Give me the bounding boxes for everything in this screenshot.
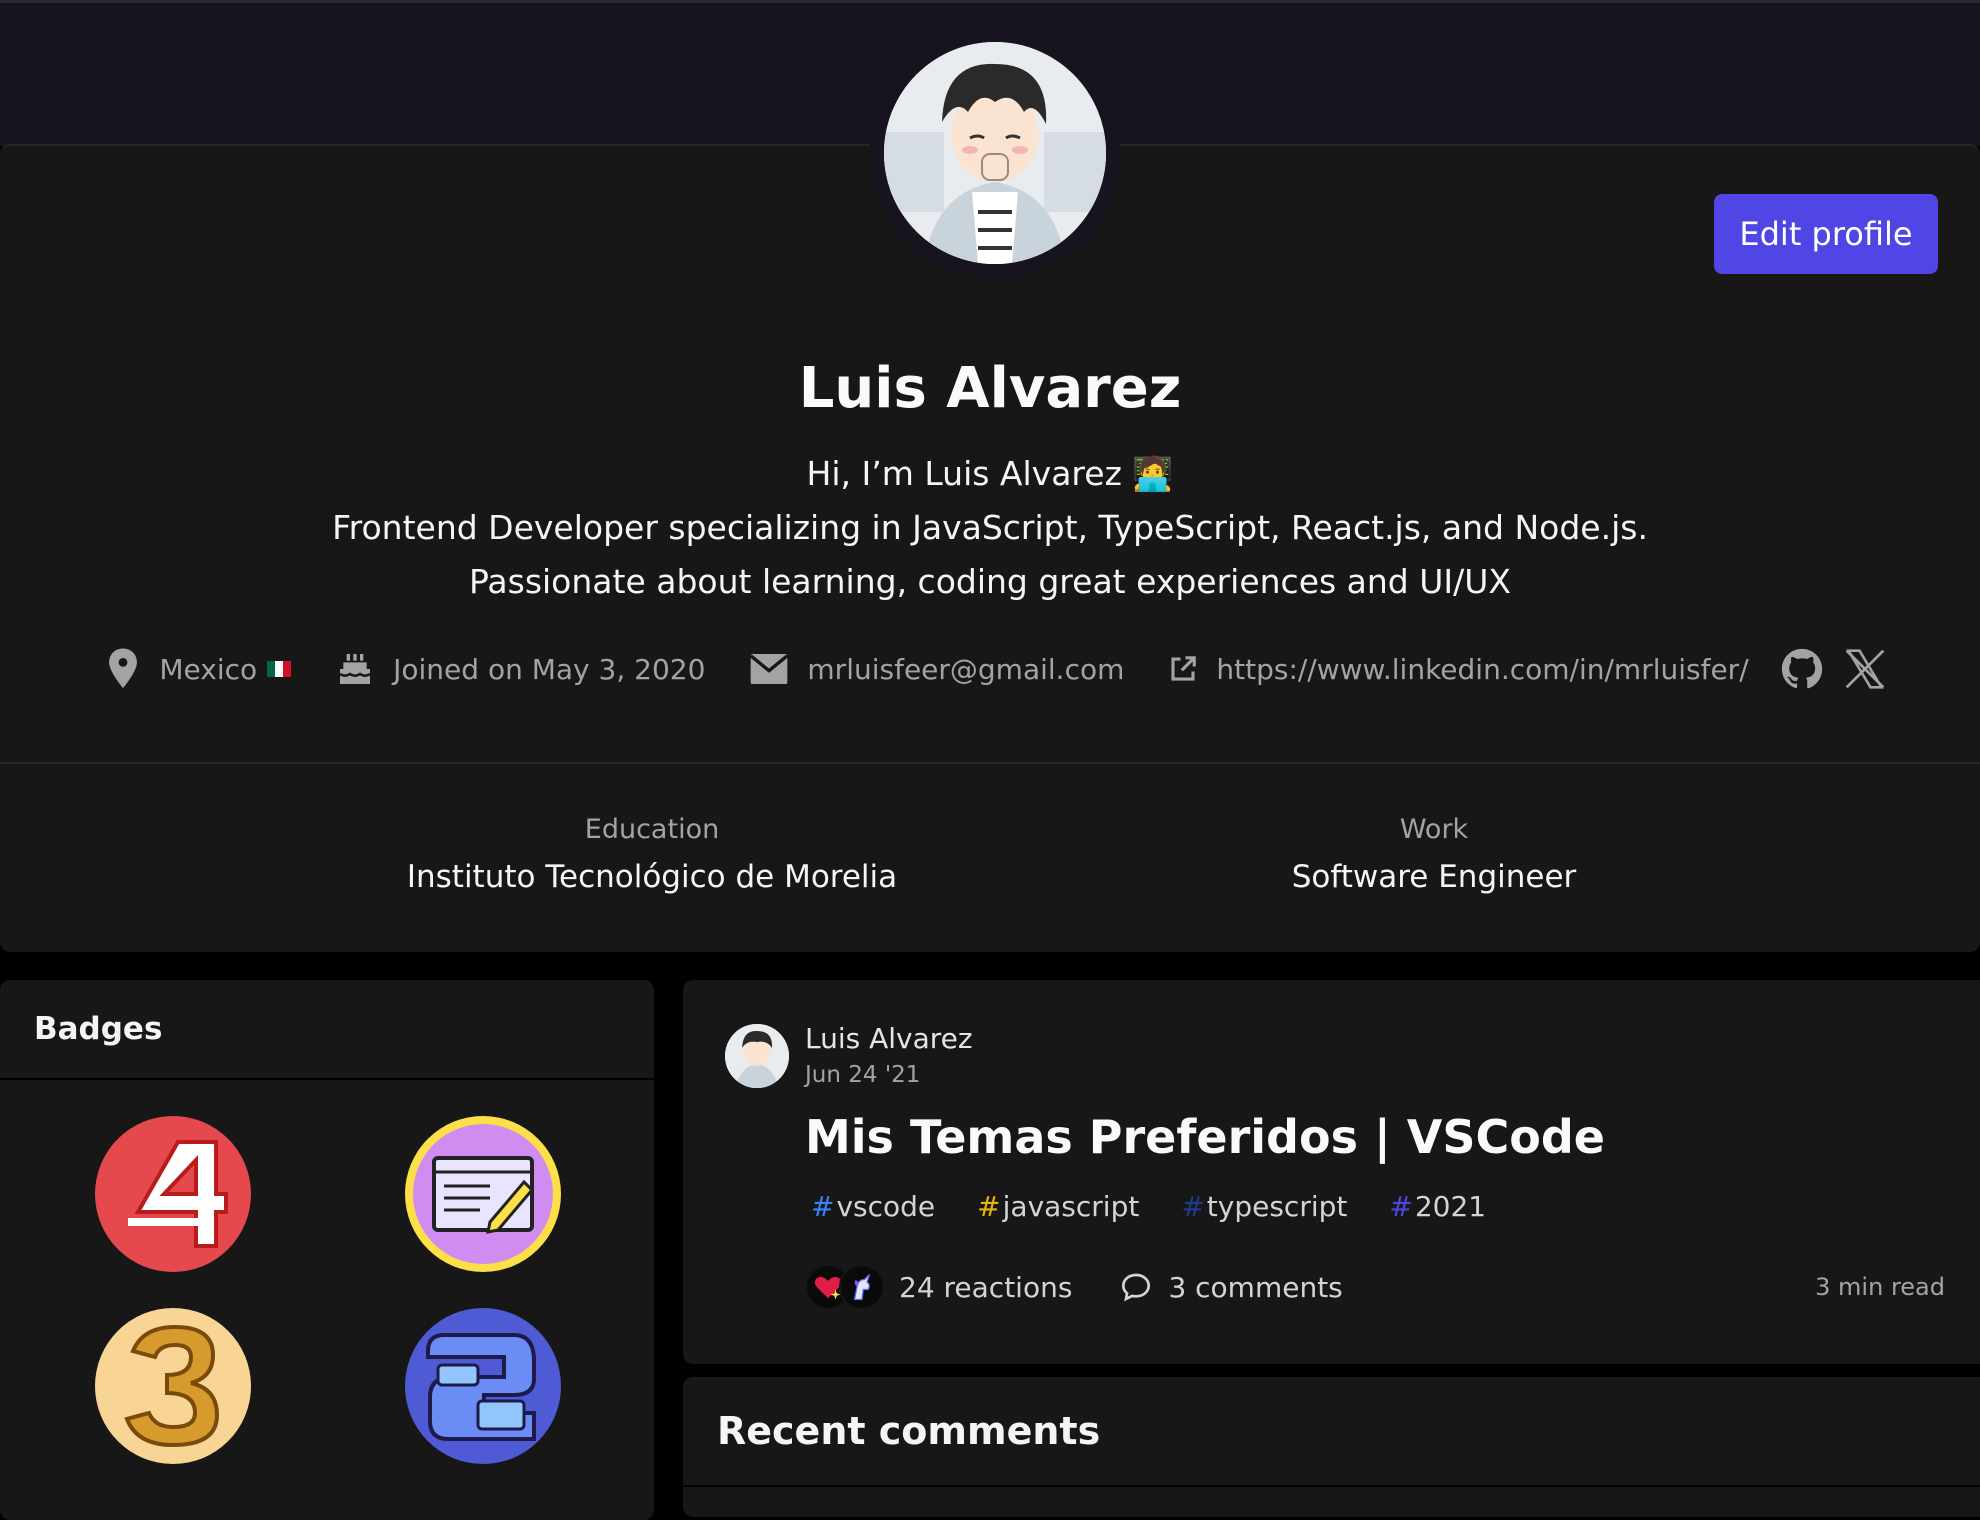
joined-text: Joined on May 3, 2020 [393,652,706,686]
bio-line: Passionate about learning, coding great … [468,562,1512,601]
work-section: Work Software Engineer [1034,814,1834,895]
profile-avatar [870,28,1120,278]
tag-javascript[interactable]: #javascript [971,1186,1145,1227]
post-footer: 24 reactions 3 comments 3 min read [805,1262,1945,1312]
location-item: Mexico [105,647,292,691]
badges-card: Badges [0,980,654,1520]
profile-meta: Mexico Joined on May 3, 2020 mrluisfeer@… [0,642,1980,696]
avatar-image [884,42,1106,264]
github-icon [1781,648,1822,689]
post-tags: #vscode #javascript #typescript #2021 [805,1186,1522,1227]
tag-typescript[interactable]: #typescript [1175,1186,1353,1227]
website-item[interactable]: https://www.linkedin.com/in/mrluisfer/ [1168,653,1749,686]
tag-vscode[interactable]: #vscode [805,1186,941,1227]
mail-icon [750,654,789,684]
reactions-preview[interactable] [805,1264,885,1310]
joined-item: Joined on May 3, 2020 [335,648,705,690]
post-title-link[interactable]: Mis Temas Preferidos | VSCode [805,1110,1605,1164]
unicorn-icon [839,1264,885,1310]
badges-title: Badges [0,980,654,1080]
profile-divider [0,762,1980,764]
x-icon [1845,649,1884,689]
four-year-badge-icon[interactable] [95,1116,251,1272]
education-section: Education Instituto Tecnológico de Morel… [252,814,1052,895]
cake-icon [339,654,371,684]
github-link[interactable] [1781,648,1823,690]
comments-link[interactable]: 3 comments [1120,1271,1343,1304]
education-label: Education [584,814,720,845]
reactions-count[interactable]: 24 reactions [899,1271,1072,1304]
writing-debut-badge-icon[interactable] [405,1116,561,1272]
read-time: 3 min read [1815,1273,1945,1301]
two-year-badge-icon[interactable] [405,1308,561,1464]
x-twitter-link[interactable] [1843,647,1887,691]
post-card[interactable]: Luis Alvarez Jun 24 '21 Mis Temas Prefer… [683,980,1980,1364]
three-year-badge-icon[interactable] [95,1308,251,1464]
email-item[interactable]: mrluisfeer@gmail.com [749,651,1124,687]
bio-line: Frontend Developer specializing in JavaS… [332,508,1648,547]
post-date[interactable]: Jun 24 '21 [805,1062,920,1088]
recent-comments-card: Recent comments [683,1377,1980,1517]
profile-name: Luis Alvarez [798,356,1182,421]
tag-2021[interactable]: #2021 [1383,1186,1492,1227]
comment-icon [1122,1273,1151,1302]
recent-comments-title: Recent comments [683,1377,1980,1487]
post-author-avatar[interactable] [725,1024,789,1088]
external-link-icon [1171,656,1197,681]
comments-count[interactable]: 3 comments [1168,1271,1342,1304]
location-pin-icon [109,648,138,689]
website-link[interactable]: https://www.linkedin.com/in/mrluisfer/ [1216,653,1748,686]
post-author-name[interactable]: Luis Alvarez [805,1022,973,1055]
email-link[interactable]: mrluisfeer@gmail.com [807,653,1124,686]
location-text: Mexico [159,652,258,686]
mexico-flag-icon [267,661,292,677]
edit-profile-button[interactable]: Edit profile [1714,194,1938,274]
profile-bio: Hi, I’m Luis Alvarez 🧑‍💻 Frontend Develo… [0,447,1980,609]
work-value: Software Engineer [1291,859,1577,895]
work-label: Work [1399,814,1469,845]
education-value: Instituto Tecnológico de Morelia [406,859,898,895]
bio-line: Hi, I’m Luis Alvarez 🧑‍💻 [806,454,1174,493]
